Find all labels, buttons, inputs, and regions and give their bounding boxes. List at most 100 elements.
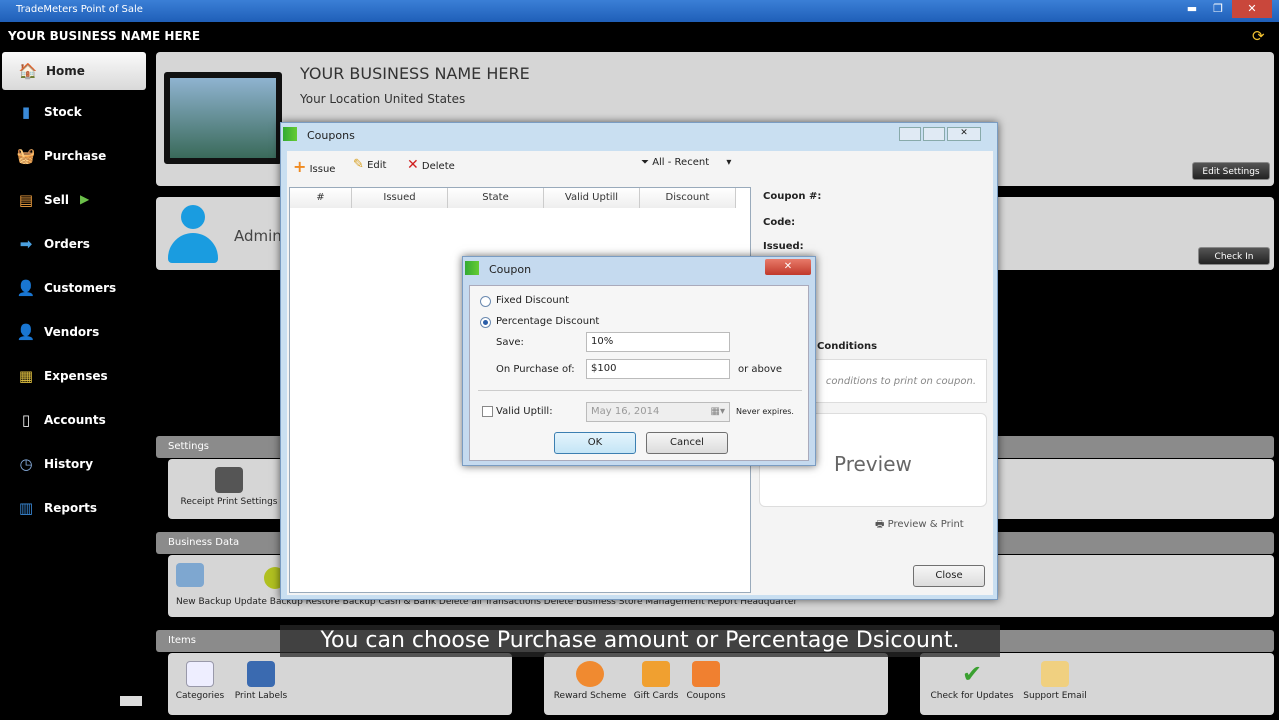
print-labels-button[interactable]: Print Labels bbox=[230, 661, 292, 701]
business-location: Your Location United States bbox=[300, 92, 466, 106]
sidebar-item-label: Stock bbox=[44, 105, 82, 119]
items-left-section: Categories Print Labels bbox=[168, 653, 512, 715]
conditions-label: Conditions bbox=[817, 341, 878, 352]
x-icon: ✕ bbox=[407, 157, 419, 173]
column-header[interactable]: # bbox=[290, 188, 352, 208]
sidebar-item-label: Vendors bbox=[44, 325, 100, 339]
percentage-discount-radio[interactable] bbox=[480, 317, 491, 328]
close-icon[interactable]: ✕ bbox=[947, 127, 981, 141]
categories-button[interactable]: Categories bbox=[172, 661, 228, 701]
support-email-label: Support Email bbox=[1023, 691, 1087, 701]
check-for-updates-label: Check for Updates bbox=[930, 691, 1014, 701]
sidebar-item-customers[interactable]: 👤 Customers bbox=[0, 266, 150, 310]
close-button[interactable]: Close bbox=[913, 565, 985, 587]
monitor-icon bbox=[164, 72, 282, 164]
stock-icon: ▮ bbox=[21, 103, 31, 121]
issue-label: Issue bbox=[309, 164, 336, 175]
edit-settings-button[interactable]: Edit Settings bbox=[1192, 162, 1270, 180]
sidebar-item-vendors[interactable]: 👤 Vendors bbox=[0, 310, 150, 354]
column-header[interactable]: Discount bbox=[640, 188, 736, 208]
barcode-icon bbox=[247, 661, 275, 687]
vendor-icon: 👤 bbox=[16, 323, 36, 341]
expenses-icon: ▦ bbox=[18, 367, 34, 385]
sidebar-item-label: Customers bbox=[44, 281, 117, 295]
coupons-titlebar: Coupons ✕ bbox=[281, 123, 997, 149]
coupon-icon bbox=[692, 661, 720, 687]
receipt-print-settings-button[interactable]: Receipt Print Settings bbox=[174, 467, 284, 507]
gift-card-icon bbox=[642, 661, 670, 687]
coupons-label: Coupons bbox=[686, 691, 726, 701]
bar-chart-icon: ▥ bbox=[18, 499, 34, 517]
issue-button[interactable]: + Issue bbox=[293, 157, 335, 176]
sidebar-item-label: Reports bbox=[44, 501, 98, 515]
items-right-section: ✔ Check for Updates Support Email bbox=[920, 653, 1274, 715]
sidebar-item-accounts[interactable]: ▯ Accounts bbox=[0, 398, 150, 442]
check-in-button[interactable]: Check In bbox=[1198, 247, 1270, 265]
backup-icon[interactable] bbox=[176, 563, 204, 587]
save-input[interactable]: 10% bbox=[586, 332, 730, 352]
cancel-button[interactable]: Cancel bbox=[646, 432, 728, 454]
sidebar-item-purchase[interactable]: 🧺 Purchase bbox=[0, 134, 150, 178]
customer-icon: 👤 bbox=[16, 279, 36, 297]
never-expires-label: Never expires. bbox=[736, 407, 794, 416]
business-bar: YOUR BUSINESS NAME HERE ⟳ bbox=[0, 24, 1279, 48]
admin-label: Admin bbox=[234, 227, 282, 245]
coupon-dialog: Coupon ✕ Fixed Discount Percentage Disco… bbox=[462, 256, 816, 466]
preview-print-label: Preview & Print bbox=[887, 519, 964, 530]
delete-label: Delete bbox=[421, 161, 455, 172]
reward-scheme-label: Reward Scheme bbox=[553, 691, 627, 701]
reward-scheme-button[interactable]: Reward Scheme bbox=[550, 661, 630, 701]
support-email-button[interactable]: Support Email bbox=[1018, 661, 1092, 701]
window-title: TradeMeters Point of Sale bbox=[16, 4, 143, 15]
edit-button[interactable]: ✎ Edit bbox=[353, 157, 386, 172]
sidebar-item-history[interactable]: ◷ History bbox=[0, 442, 150, 486]
sidebar-item-stock[interactable]: ▮ Stock bbox=[0, 90, 150, 134]
minimize-button[interactable]: ▬ bbox=[1180, 0, 1204, 18]
pencil-icon: ✎ bbox=[353, 157, 364, 172]
sidebar-item-label: Home bbox=[46, 64, 85, 78]
gift-cards-button[interactable]: Gift Cards bbox=[630, 661, 682, 701]
filter-label: All - Recent bbox=[652, 157, 710, 168]
valid-uptill-date[interactable]: May 16, 2014 ▦▾ bbox=[586, 402, 730, 422]
gift-cards-label: Gift Cards bbox=[633, 691, 679, 701]
maximize-icon[interactable] bbox=[923, 127, 945, 141]
sidebar-item-label: Sell bbox=[44, 193, 70, 207]
basket-icon: 🧺 bbox=[16, 147, 36, 165]
sidebar-item-home[interactable]: 🏠 Home bbox=[2, 52, 146, 90]
fixed-discount-radio[interactable] bbox=[480, 296, 491, 307]
sidebar-item-sell[interactable]: ▤ Sell ▶ bbox=[0, 178, 150, 222]
or-above-label: or above bbox=[738, 364, 783, 375]
close-icon[interactable]: ✕ bbox=[765, 259, 811, 275]
valid-uptill-checkbox[interactable] bbox=[482, 406, 493, 417]
items-mid-section: Reward Scheme Gift Cards Coupons bbox=[544, 653, 888, 715]
delete-button[interactable]: ✕ Delete bbox=[407, 157, 455, 173]
sidebar-item-reports[interactable]: ▥ Reports bbox=[0, 486, 150, 530]
issued-label: Issued: bbox=[763, 241, 804, 252]
keyboard-icon[interactable] bbox=[120, 696, 142, 706]
sidebar-item-expenses[interactable]: ▦ Expenses bbox=[0, 354, 150, 398]
business-name: YOUR BUSINESS NAME HERE bbox=[8, 29, 201, 43]
maximize-button[interactable]: ❐ bbox=[1206, 0, 1230, 18]
column-header[interactable]: Valid Uptill bbox=[544, 188, 640, 208]
ok-button[interactable]: OK bbox=[554, 432, 636, 454]
window-titlebar: TradeMeters Point of Sale ▬ ❐ ✕ bbox=[0, 0, 1279, 22]
percentage-discount-label[interactable]: Percentage Discount bbox=[496, 316, 599, 327]
preview-print-button[interactable]: 🖶 Preview & Print bbox=[875, 517, 964, 534]
sidebar-item-label: Accounts bbox=[44, 413, 106, 427]
coupons-button[interactable]: Coupons bbox=[682, 661, 730, 701]
check-for-updates-button[interactable]: ✔ Check for Updates bbox=[926, 661, 1018, 701]
column-header[interactable]: State bbox=[448, 188, 544, 208]
close-button[interactable]: ✕ bbox=[1232, 0, 1272, 18]
column-header[interactable]: Issued bbox=[352, 188, 448, 208]
fixed-discount-label[interactable]: Fixed Discount bbox=[496, 295, 569, 306]
coupon-dialog-body: Fixed Discount Percentage Discount Save:… bbox=[469, 285, 809, 461]
minimize-icon[interactable] bbox=[899, 127, 921, 141]
filter-dropdown[interactable]: ⏷ All - Recent ▾ bbox=[641, 157, 731, 168]
sidebar: 🏠 Home ▮ Stock 🧺 Purchase ▤ Sell ▶ ➡ Ord… bbox=[0, 50, 150, 530]
coupon-dialog-title: Coupon bbox=[489, 263, 532, 276]
app-logo-icon bbox=[465, 261, 479, 275]
video-subtitle: You can choose Purchase amount or Percen… bbox=[280, 625, 1000, 657]
purchase-input[interactable]: $100 bbox=[586, 359, 730, 379]
refresh-icon[interactable]: ⟳ bbox=[1252, 27, 1265, 45]
sidebar-item-orders[interactable]: ➡ Orders bbox=[0, 222, 150, 266]
